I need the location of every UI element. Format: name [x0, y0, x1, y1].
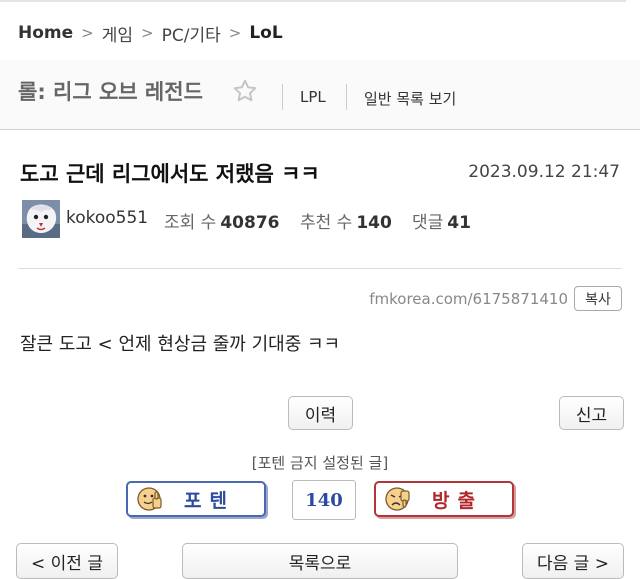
breadcrumb-current[interactable]: LoL [249, 23, 282, 43]
history-button[interactable]: 이력 [288, 396, 353, 430]
downvote-button[interactable]: 방출 [374, 481, 514, 517]
breadcrumb-item-game[interactable]: 게임 [102, 21, 133, 46]
downvote-label: 방출 [432, 489, 483, 512]
separator [346, 84, 347, 110]
board-title[interactable]: 롤: 리그 오브 레전드 [18, 76, 203, 106]
chevron-right-icon: > [141, 24, 154, 42]
board-link-list-view[interactable]: 일반 목록 보기 [364, 88, 456, 109]
board-link-lpl[interactable]: LPL [300, 88, 326, 106]
report-button[interactable]: 신고 [559, 396, 624, 430]
avatar[interactable] [22, 200, 60, 238]
thumbs-down-face-icon [385, 487, 410, 511]
copy-button[interactable]: 복사 [574, 286, 622, 311]
post-date: 2023.09.12 21:47 [468, 162, 620, 182]
post-title[interactable]: 도고 근데 리그에서도 저랬음 ㅋㅋ [20, 158, 320, 188]
chevron-right-icon: > [81, 24, 94, 42]
post-url[interactable]: fmkorea.com/6175871410 [369, 290, 568, 308]
prev-post-button[interactable]: < 이전 글 [16, 543, 118, 579]
recommend-count-label: 추천 수 [300, 213, 353, 233]
board-header: 롤: 리그 오브 레전드 LPL 일반 목록 보기 [0, 60, 640, 130]
view-count-label: 조회 수 [164, 213, 217, 233]
view-count: 조회 수 40876 [164, 208, 279, 233]
chevron-right-icon: > [228, 24, 242, 42]
upvote-label: 포텐 [184, 489, 235, 512]
author-name[interactable]: kokoo551 [66, 208, 148, 228]
thumbs-up-face-icon [137, 487, 162, 511]
comment-count-label: 댓글 [412, 213, 444, 233]
vote-count: 140 [292, 480, 356, 520]
comment-count[interactable]: 댓글 41 [412, 208, 471, 233]
next-post-button[interactable]: 다음 글 > [522, 543, 624, 579]
recommend-count-value: 140 [356, 213, 392, 233]
divider [18, 268, 622, 269]
breadcrumb-item-pc[interactable]: PC/기타 [162, 21, 221, 46]
view-count-value: 40876 [220, 213, 280, 233]
comment-count-value: 41 [447, 213, 471, 233]
top-border [0, 0, 626, 2]
post-body: 잘큰 도고 < 언제 현상금 줄까 기대중 ㅋㅋ [20, 334, 341, 355]
breadcrumb-home[interactable]: Home [18, 23, 73, 43]
star-icon[interactable] [232, 78, 258, 104]
upvote-button[interactable]: 포텐 [126, 481, 266, 517]
potten-notice: [포텐 금지 설정된 글] [251, 454, 389, 472]
recommend-count: 추천 수 140 [300, 208, 392, 233]
separator [282, 84, 283, 110]
back-to-list-button[interactable]: 목록으로 [182, 543, 458, 579]
breadcrumb: Home > 게임 > PC/기타 > LoL [18, 20, 283, 46]
